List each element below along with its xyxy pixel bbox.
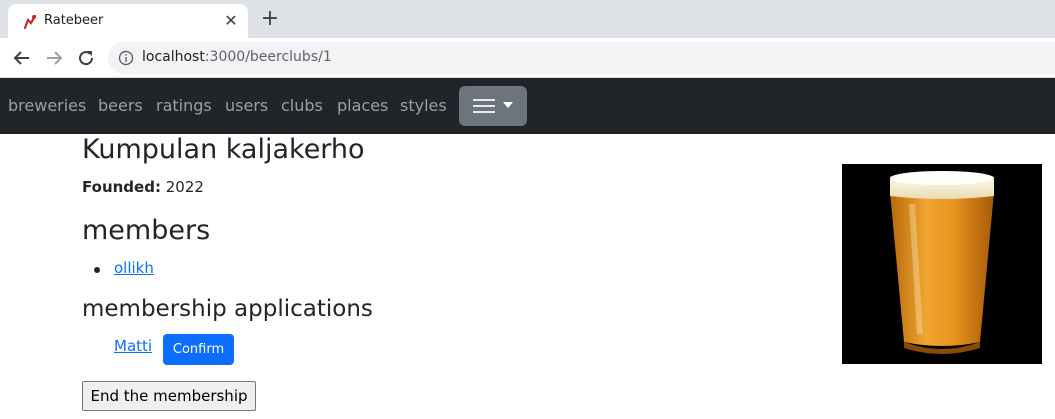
site-navbar: breweries beers ratings users clubs plac…	[0, 78, 1055, 134]
browser-toolbar: localhost:3000/beerclubs/1	[0, 38, 1055, 78]
list-bullet	[94, 267, 100, 273]
hamburger-menu-icon	[473, 99, 495, 113]
end-membership-button[interactable]: End the membership	[82, 381, 256, 411]
nav-link-beers[interactable]: beers	[98, 96, 143, 115]
new-tab-icon[interactable]: +	[258, 8, 282, 32]
page-title: Kumpulan kaljakerho	[82, 134, 365, 165]
member-link[interactable]: ollikh	[114, 259, 154, 277]
reload-icon[interactable]	[74, 46, 98, 70]
beer-glass-image	[842, 164, 1042, 364]
address-bar[interactable]: localhost:3000/beerclubs/1	[108, 42, 1055, 74]
nav-link-clubs[interactable]: clubs	[281, 96, 323, 115]
tab-title: Ratebeer	[44, 13, 104, 28]
close-tab-icon[interactable]: ✕	[222, 12, 240, 30]
founded-year: 2022	[165, 178, 204, 196]
site-info-icon[interactable]	[118, 50, 134, 66]
founded-label: Founded:	[82, 178, 161, 196]
dropdown-menu-button[interactable]	[459, 86, 527, 126]
nav-link-users[interactable]: users	[225, 96, 268, 115]
url-path: :3000/beerclubs/1	[204, 49, 332, 65]
founded-line: Founded: 2022	[82, 178, 204, 196]
url-text: localhost:3000/beerclubs/1	[142, 49, 332, 65]
nav-link-breweries[interactable]: breweries	[8, 96, 86, 115]
caret-down-icon	[503, 102, 513, 108]
back-arrow-icon[interactable]	[10, 46, 34, 70]
nav-link-places[interactable]: places	[337, 96, 388, 115]
applicant-link[interactable]: Matti	[114, 337, 152, 355]
ratebeer-favicon-icon	[23, 14, 37, 30]
nav-link-styles[interactable]: styles	[400, 96, 447, 115]
members-heading: members	[82, 215, 211, 246]
forward-arrow-icon[interactable]	[42, 46, 66, 70]
applications-heading: membership applications	[82, 296, 373, 322]
confirm-button[interactable]: Confirm	[163, 334, 234, 365]
nav-link-ratings[interactable]: ratings	[156, 96, 212, 115]
browser-tabstrip: Ratebeer ✕ +	[0, 0, 1055, 38]
url-host: localhost	[142, 49, 205, 65]
browser-tab[interactable]: Ratebeer ✕	[8, 4, 248, 38]
